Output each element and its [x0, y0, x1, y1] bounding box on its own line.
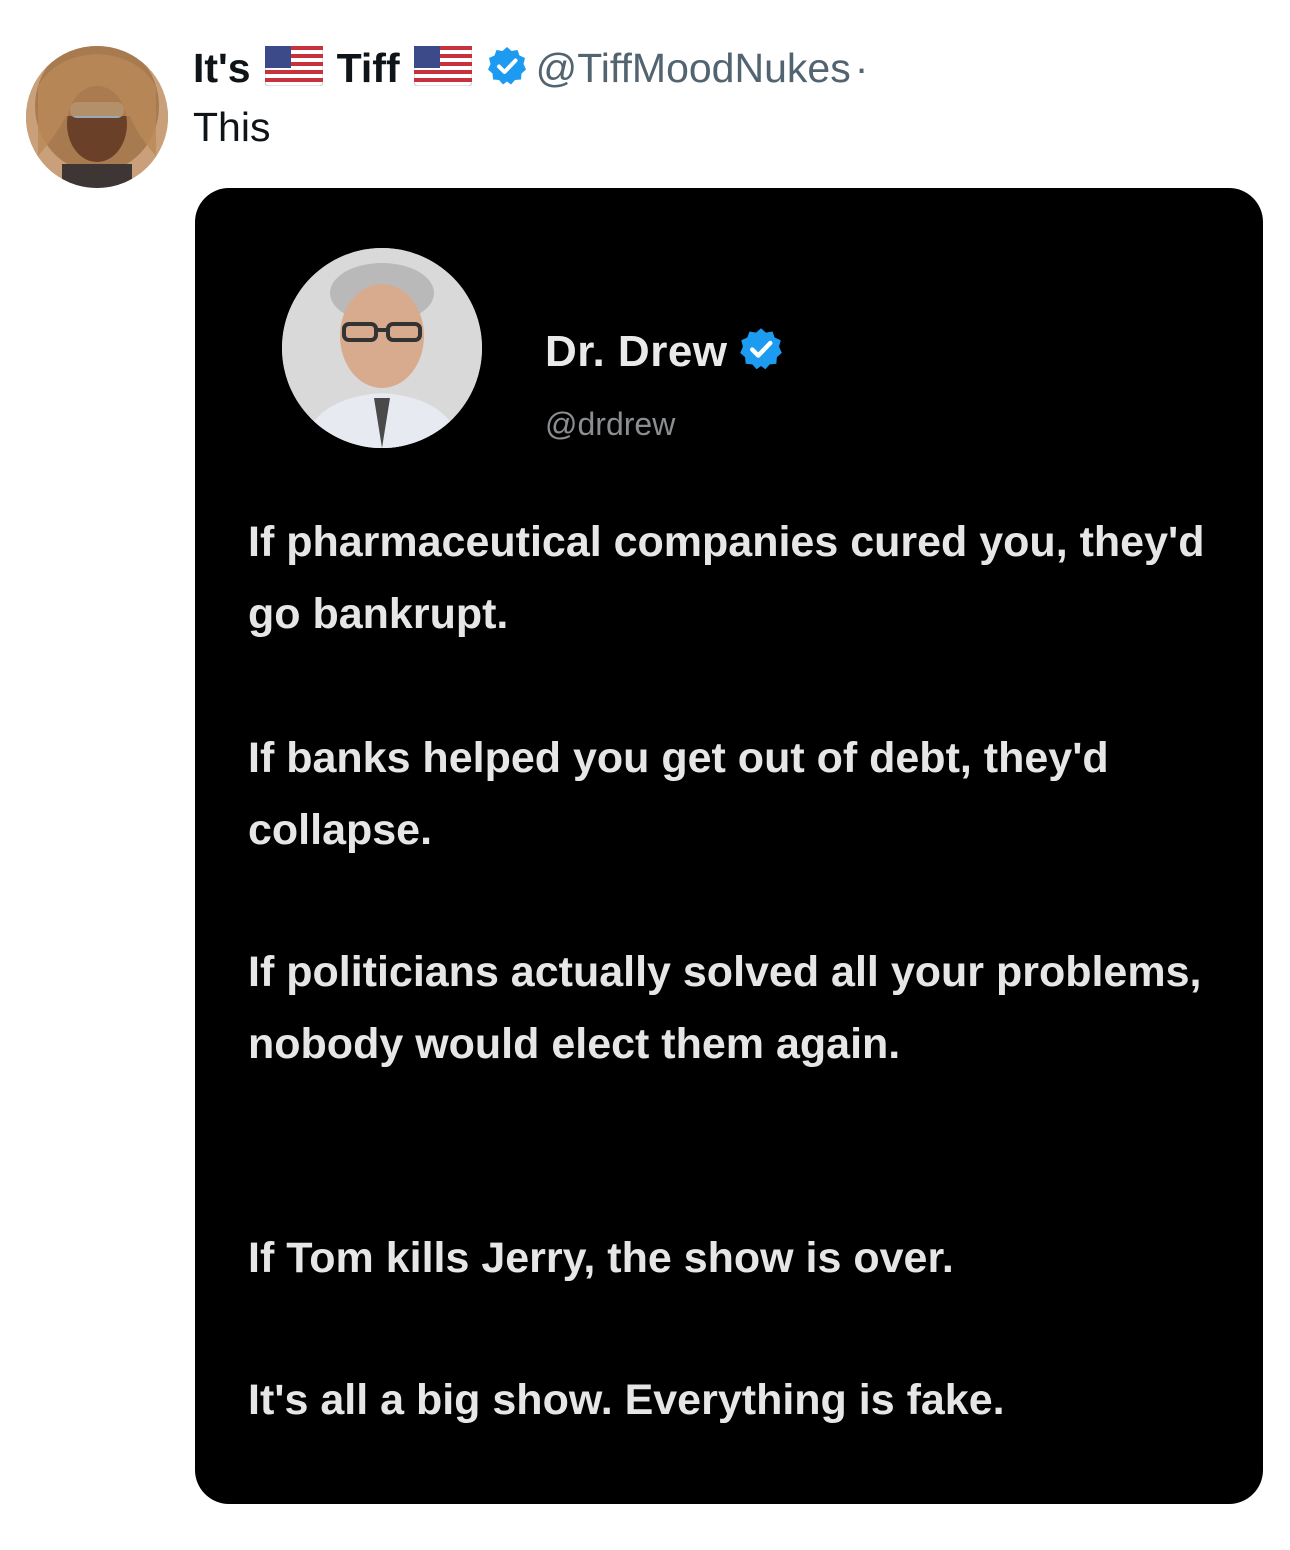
author-avatar[interactable] — [26, 46, 168, 188]
author-name-part-1[interactable]: It's — [193, 45, 251, 92]
embedded-paragraph: If politicians actually solved all your … — [248, 948, 1202, 1068]
us-flag-icon — [264, 45, 324, 91]
verified-badge-icon — [738, 326, 784, 377]
embedded-author-handle: @drdrew — [545, 406, 676, 442]
embedded-author-name-row: Dr. Drew — [545, 326, 784, 377]
author-avatar-image — [26, 46, 168, 188]
embedded-paragraph: If pharmaceutical companies cured you, t… — [248, 518, 1205, 638]
embedded-paragraph: It's all a big show. Everything is fake. — [248, 1376, 1005, 1424]
embedded-author-avatar-image — [282, 248, 482, 448]
embedded-author-avatar — [282, 248, 482, 448]
embedded-author-name: Dr. Drew — [545, 326, 728, 376]
embedded-paragraph: If banks helped you get out of debt, the… — [248, 734, 1109, 854]
author-name-part-2[interactable]: Tiff — [337, 45, 400, 92]
tweet-text: This — [193, 104, 271, 150]
us-flag-icon — [413, 45, 473, 91]
tweet-media-image[interactable]: Dr. Drew @drdrew If pharmaceutical compa… — [195, 188, 1263, 1504]
embedded-paragraph: If Tom kills Jerry, the show is over. — [248, 1234, 954, 1282]
tweet-header: It's Tiff @TiffMoodNukes · — [193, 40, 868, 96]
verified-badge-icon — [486, 45, 528, 92]
author-handle[interactable]: @TiffMoodNukes — [536, 45, 851, 92]
separator-dot: · — [854, 44, 869, 91]
